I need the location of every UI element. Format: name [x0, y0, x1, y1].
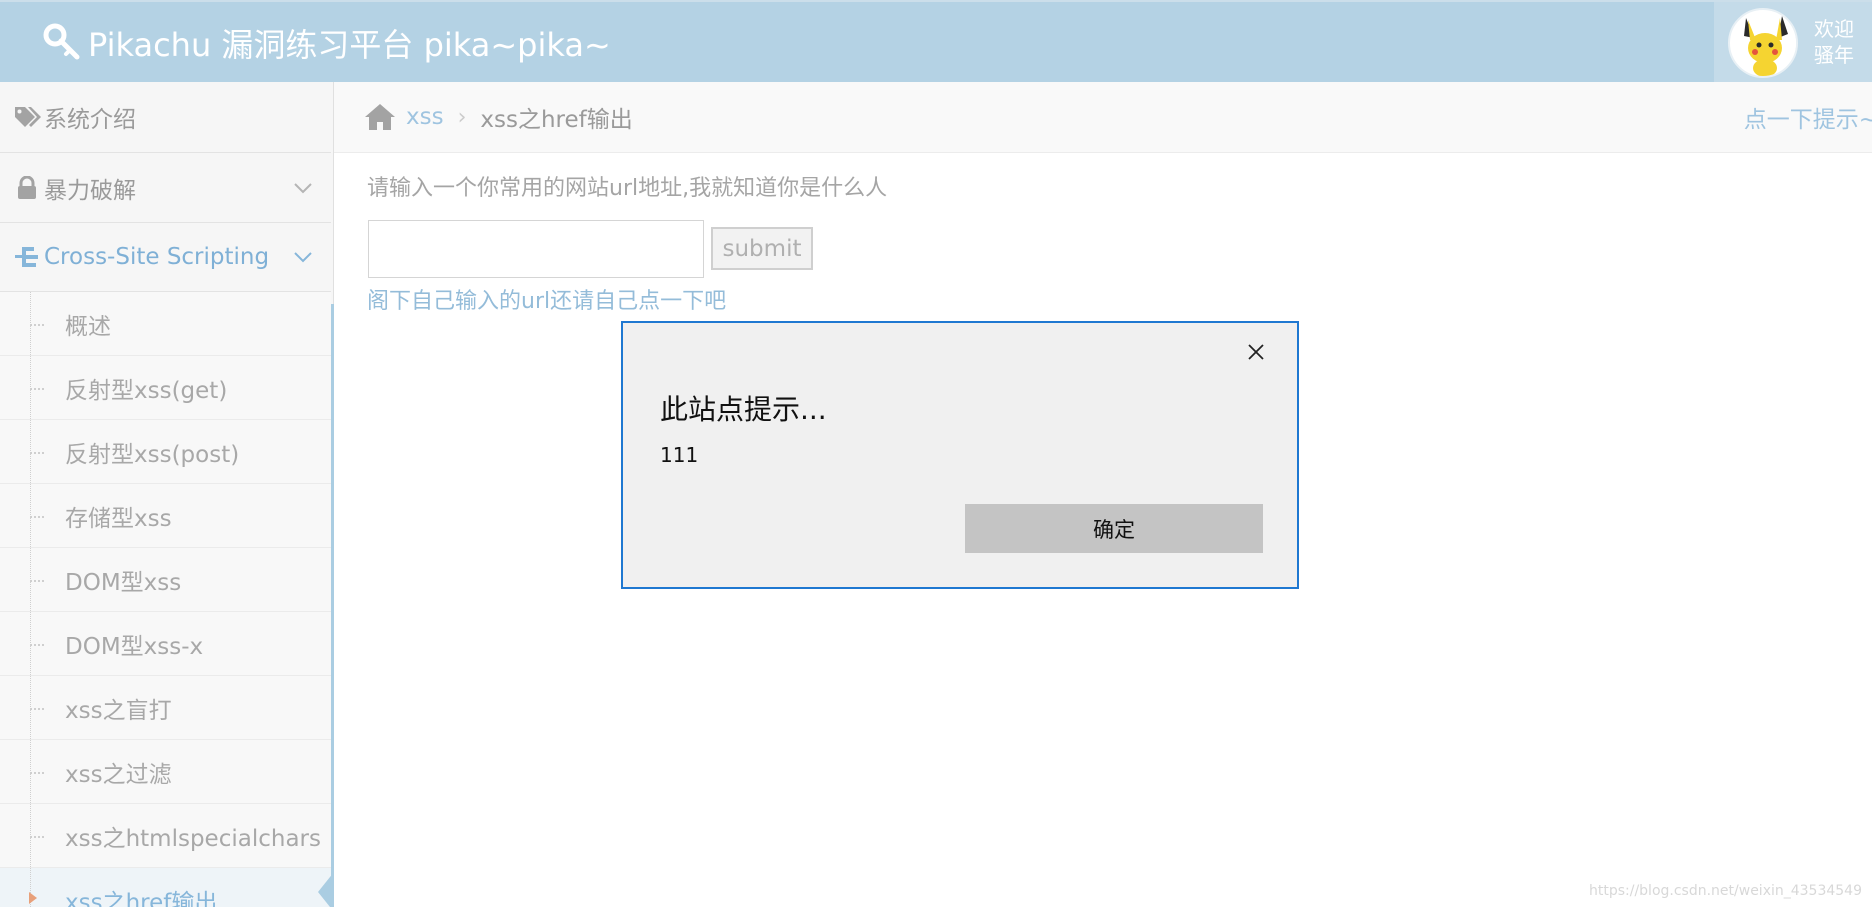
- sidebar-subitem-label: DOM型xss: [65, 569, 182, 596]
- sidebar-subitem-label: 存储型xss: [65, 505, 172, 532]
- pikachu-avatar: [1728, 8, 1798, 78]
- sidebar-subitem-reflected-post[interactable]: 反射型xss(post): [0, 420, 331, 484]
- sidebar-subitem-overview[interactable]: 概述: [0, 292, 331, 356]
- top-navbar: Pikachu 漏洞练习平台 pika~pika~ 欢迎 骚年: [0, 0, 1872, 84]
- lock-icon: [12, 173, 42, 203]
- sidebar: 系统介绍 暴力破解 Cross-Site Scripting 概述 反射型xss…: [0, 82, 334, 907]
- chevron-down-icon: [293, 247, 313, 267]
- home-icon[interactable]: [364, 102, 396, 132]
- tags-icon: [12, 102, 42, 132]
- sidebar-subitem-htmlspecialchars[interactable]: xss之htmlspecialchars: [0, 804, 331, 868]
- ok-button[interactable]: 确定: [965, 504, 1263, 553]
- sidebar-subitem-label: xss之盲打: [65, 697, 172, 724]
- alert-dialog: 此站点提示... 111 确定: [621, 321, 1299, 589]
- watermark: https://blog.csdn.net/weixin_43534549: [1588, 883, 1862, 899]
- submit-button[interactable]: submit: [711, 227, 813, 270]
- close-icon[interactable]: [1245, 341, 1267, 363]
- brand[interactable]: Pikachu 漏洞练习平台 pika~pika~: [42, 20, 611, 66]
- sidebar-subitem-label: 反射型xss(get): [65, 377, 228, 404]
- sidebar-subitem-dom-x[interactable]: DOM型xss-x: [0, 612, 331, 676]
- dialog-title: 此站点提示...: [660, 393, 827, 426]
- sidebar-subitem-href-output[interactable]: xss之href输出: [0, 868, 334, 907]
- sidebar-item-label: 暴力破解: [44, 177, 136, 204]
- sidebar-subitem-filter[interactable]: xss之过滤: [0, 740, 331, 804]
- welcome-line2: 骚年: [1814, 43, 1854, 67]
- sidebar-item-xss[interactable]: Cross-Site Scripting: [0, 223, 331, 292]
- sitemap-icon: [12, 242, 42, 272]
- sidebar-subitem-blind[interactable]: xss之盲打: [0, 676, 331, 740]
- caret-right-icon: [28, 890, 38, 907]
- breadcrumb-xss-link[interactable]: xss: [406, 104, 444, 130]
- sidebar-subitem-label: 概述: [65, 313, 111, 340]
- sidebar-subitem-label: DOM型xss-x: [65, 633, 204, 660]
- brand-title: Pikachu 漏洞练习平台 pika~pika~: [88, 26, 611, 64]
- sidebar-subitem-reflected-get[interactable]: 反射型xss(get): [0, 356, 331, 420]
- sidebar-subitem-label: 反射型xss(post): [65, 441, 240, 468]
- sidebar-subitem-label: xss之href输出: [65, 889, 218, 907]
- breadcrumb-separator: ›: [457, 104, 467, 130]
- dialog-message: 111: [660, 443, 699, 467]
- url-input[interactable]: [368, 220, 704, 278]
- breadcrumb-current: xss之href输出: [480, 107, 633, 133]
- sidebar-active-bar: [331, 304, 334, 907]
- page: Pikachu 漏洞练习平台 pika~pika~ 欢迎 骚年 系统介绍 暴力破…: [0, 0, 1872, 907]
- sidebar-subitem-label: xss之过滤: [65, 761, 172, 788]
- chevron-down-icon: [293, 178, 313, 198]
- sidebar-item-label: 系统介绍: [44, 107, 136, 133]
- sidebar-subitem-stored[interactable]: 存储型xss: [0, 484, 331, 548]
- result-url-link[interactable]: 阁下自己输入的url还请自己点一下吧: [367, 283, 726, 315]
- welcome-text: 欢迎 骚年: [1814, 16, 1870, 68]
- url-prompt: 请输入一个你常用的网站url地址,我就知道你是什么人: [367, 176, 888, 201]
- sidebar-item-brute-force[interactable]: 暴力破解: [0, 153, 331, 223]
- sidebar-subitem-label: xss之htmlspecialchars: [65, 825, 321, 852]
- user-menu[interactable]: 欢迎 骚年: [1714, 2, 1872, 84]
- hint-link[interactable]: 点一下提示~: [1744, 100, 1872, 134]
- key-icon: [42, 22, 84, 64]
- breadcrumb: xss › xss之href输出 点一下提示~: [334, 82, 1872, 153]
- sidebar-item-intro[interactable]: 系统介绍: [0, 82, 331, 153]
- welcome-line1: 欢迎: [1814, 17, 1854, 41]
- sidebar-subitem-dom[interactable]: DOM型xss: [0, 548, 331, 612]
- sidebar-item-label: Cross-Site Scripting: [44, 244, 270, 270]
